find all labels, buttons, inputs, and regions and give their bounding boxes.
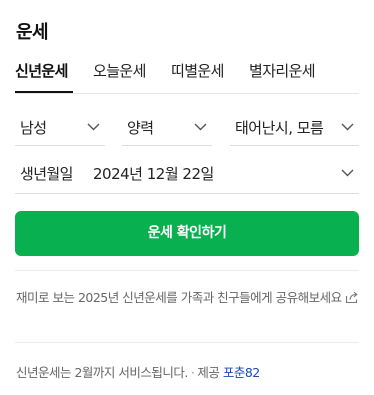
- provider-prefix: 제공: [197, 365, 220, 380]
- separator-dot: ·: [190, 365, 195, 380]
- birth-date-label: 생년월일: [20, 165, 73, 183]
- gender-select-value: 남성: [20, 119, 47, 137]
- provider-link[interactable]: 포춘82: [223, 365, 260, 380]
- share-icon[interactable]: [345, 291, 359, 304]
- check-fortune-button[interactable]: 운세 확인하기: [15, 211, 359, 256]
- fortune-tabs: 신년운세 오늘운세 띠별운세 별자리운세: [0, 58, 374, 94]
- gender-select[interactable]: 남성: [15, 108, 105, 146]
- page-title: 운세: [16, 22, 49, 43]
- share-prompt: 재미로 보는 2025년 신년운세를 가족과 친구들에게 공유해보세요: [16, 288, 361, 308]
- birth-date-select[interactable]: 생년월일 2024년 12월 22일: [15, 152, 359, 194]
- tab-new-year[interactable]: 신년운세: [15, 60, 68, 81]
- calendar-type-value: 양력: [127, 119, 154, 137]
- chevron-down-icon: [87, 123, 100, 131]
- chevron-down-icon: [194, 123, 207, 131]
- share-prompt-text: 재미로 보는 2025년 신년운세를 가족과 친구들에게 공유해보세요: [16, 290, 342, 305]
- divider: [15, 270, 359, 271]
- tabs-divider: [15, 93, 359, 94]
- calendar-type-select[interactable]: 양력: [122, 108, 212, 146]
- tab-constellation[interactable]: 별자리운세: [249, 60, 316, 81]
- service-notice-text: 신년운세는 2월까지 서비스됩니다.: [16, 365, 188, 380]
- tab-today[interactable]: 오늘운세: [93, 60, 146, 81]
- service-notice: 신년운세는 2월까지 서비스됩니다. · 제공 포춘82: [16, 362, 260, 381]
- birth-date-value: 2024년 12월 22일: [93, 165, 214, 183]
- tab-zodiac-animal[interactable]: 띠별운세: [171, 60, 224, 81]
- chevron-down-icon: [341, 123, 354, 131]
- chevron-down-icon: [341, 169, 354, 177]
- divider: [15, 342, 359, 343]
- birth-time-value: 태어난시, 모름: [235, 119, 324, 137]
- birth-time-select[interactable]: 태어난시, 모름: [230, 108, 359, 146]
